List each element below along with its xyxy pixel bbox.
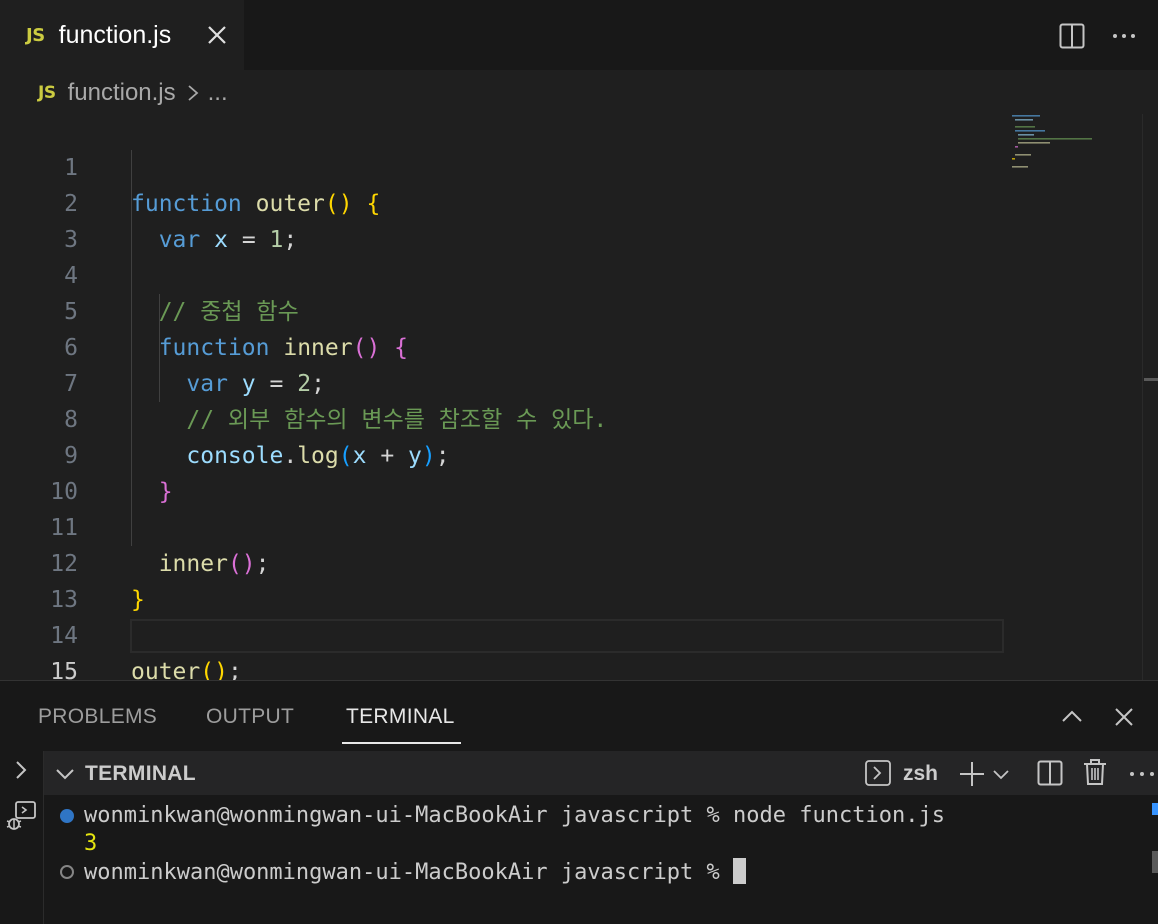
debug-console-icon[interactable] [4,799,38,833]
tab-title: function.js [58,20,172,49]
command-success-decoration-icon[interactable] [60,809,74,823]
code-line: 12 } [50,551,145,613]
javascript-file-icon: JS [26,24,45,46]
terminal-prompt-line: wonminkwan@wonmingwan-ui-MacBookAir java… [84,858,747,886]
more-actions-icon[interactable] [1128,761,1156,787]
code-line: 11 inner(); [50,515,270,577]
plus-icon[interactable] [958,760,986,788]
breadcrumb: JS function.js ... [38,76,228,110]
code-line: 8 console.log(x + y); [64,407,450,469]
tab-terminal[interactable]: TERMINAL [346,705,455,729]
editor-tab-function-js[interactable]: JS function.js [0,0,244,70]
code-line: 9 } [64,443,173,505]
chevron-up-icon[interactable] [1060,705,1084,729]
trash-icon[interactable] [1082,758,1108,786]
code-line: 3 [64,227,78,253]
scrollbar-cursor-marker [1144,378,1158,381]
split-editor-icon[interactable] [1058,22,1086,50]
chevron-right-icon[interactable] [10,759,32,781]
minimap[interactable] [1010,114,1110,174]
code-line: 1 function outer() { [64,155,381,217]
terminal-icon [865,760,891,786]
split-terminal-icon[interactable] [1036,759,1064,787]
breadcrumb-more[interactable]: ... [208,79,228,107]
tab-problems[interactable]: PROBLEMS [38,705,157,729]
close-icon[interactable] [204,22,230,48]
terminal-section-title: TERMINAL [85,762,196,785]
editor-scrollbar[interactable] [1142,114,1158,680]
command-pending-decoration-icon[interactable] [60,865,74,879]
terminal-output-line: 3 [84,831,98,856]
code-line: 5 function inner() { [64,299,409,361]
terminal-shell-name[interactable]: zsh [903,762,938,786]
code-line: 14 outer(); [50,623,242,685]
chevron-down-icon[interactable] [992,765,1010,783]
more-actions-icon[interactable] [1110,22,1138,50]
code-line: 7 // 외부 함수의 변수를 참조할 수 있다. [64,371,608,433]
terminal-prompt: wonminkwan@wonmingwan-ui-MacBookAir java… [84,860,734,885]
terminal-sidebar [0,751,44,924]
current-line-highlight [130,619,1004,653]
javascript-file-icon: JS [38,83,56,103]
terminal-header: TERMINAL zsh [44,751,1158,795]
code-line: 10 [50,479,78,505]
bottom-panel: PROBLEMS OUTPUT TERMINAL TERMINAL zsh wo… [0,680,1158,924]
terminal-output[interactable]: wonminkwan@wonmingwan-ui-MacBookAir java… [44,795,1158,924]
tab-output[interactable]: OUTPUT [206,705,294,729]
terminal-scroll-marker [1152,803,1158,815]
terminal-cursor [733,858,747,884]
terminal-command-line: wonminkwan@wonmingwan-ui-MacBookAir java… [84,803,945,828]
code-editor[interactable]: 1 function outer() { 2 var x = 1; 3 4 //… [0,114,1158,685]
breadcrumb-file[interactable]: function.js [68,79,176,107]
close-icon[interactable] [1112,705,1136,729]
chevron-right-icon [188,85,199,101]
code-line: 13 [50,587,78,613]
code-line: 4 // 중첩 함수 [64,263,299,325]
tab-bar: JS function.js [0,0,1158,70]
code-line: 6 var y = 2; [64,335,325,397]
chevron-down-icon[interactable] [54,763,76,785]
active-tab-indicator [342,742,461,744]
terminal-scrollbar[interactable] [1152,851,1158,873]
code-line: 2 var x = 1; [64,191,298,253]
